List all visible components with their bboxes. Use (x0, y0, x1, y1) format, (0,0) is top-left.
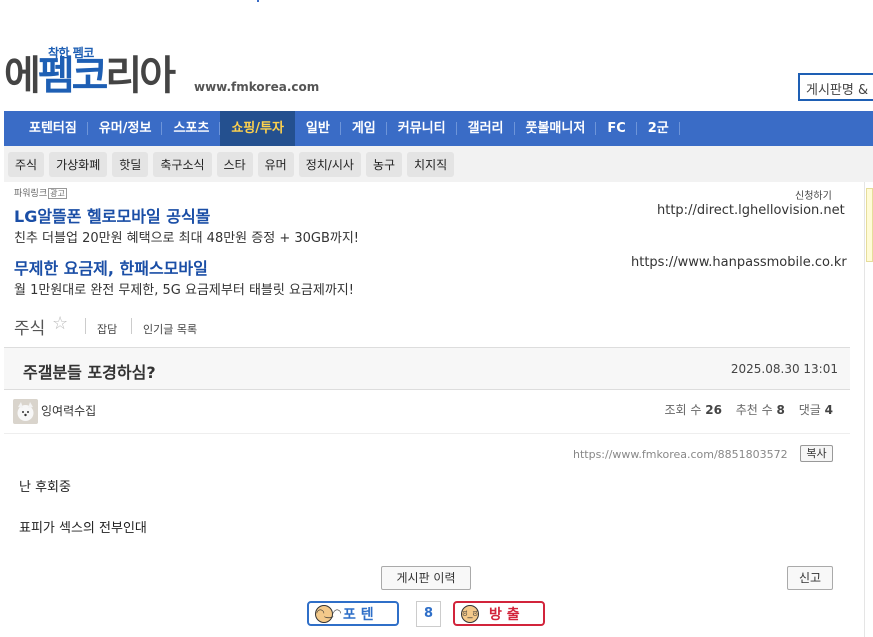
nav-item-7[interactable]: 갤러리 (457, 111, 515, 146)
post-stats: 조회 수 26 추천 수 8 댓글 4 (664, 401, 833, 418)
recommend-label: 추천 수 (735, 403, 773, 417)
sub-nav-item-2[interactable]: 핫딜 (112, 151, 149, 177)
recommend-count: 8 (776, 403, 785, 417)
logo-part-3: 리아 (105, 53, 176, 99)
comments-count: 4 (824, 403, 833, 417)
views-label: 조회 수 (664, 403, 702, 417)
vote-up-button[interactable]: ◠‿◠ 포 텐 (307, 601, 399, 626)
sub-nav-item-1[interactable]: 가상화폐 (49, 151, 108, 177)
sub-nav-item-5[interactable]: 유머 (257, 151, 294, 177)
smile-face-icon: ◠‿◠ (315, 604, 342, 623)
ad-label-text: 파워링크 (14, 189, 48, 199)
nav-item-5[interactable]: 게임 (341, 111, 387, 146)
vote-down-label: 방 출 (489, 606, 520, 623)
ad-url-2[interactable]: https://www.hanpassmobile.co.kr (631, 255, 847, 270)
nav-item-6[interactable]: 커뮤니티 (387, 111, 457, 146)
divider (131, 318, 132, 334)
dog-avatar-icon (13, 399, 38, 424)
post-body-line-1: 난 후회중 (19, 480, 71, 495)
ad-title-2[interactable]: 무제한 요금제, 한패스모바일 (14, 255, 208, 279)
vote-down-button[interactable]: ಠ_ಠ 방 출 (453, 601, 545, 626)
right-sidebar-banner[interactable] (866, 188, 873, 262)
sub-nav-item-7[interactable]: 농구 (365, 151, 403, 177)
ad-tag: 광고 (48, 188, 67, 199)
sub-nav-item-0[interactable]: 주식 (8, 151, 45, 177)
ad-apply-link[interactable]: 신청하기 (795, 187, 832, 202)
board-link-chat[interactable]: 잡담 (97, 321, 117, 337)
divider (85, 318, 86, 334)
vote-count: 8 (416, 601, 441, 627)
post-permalink[interactable]: https://www.fmkorea.com/8851803572 (573, 448, 788, 461)
ad-title-1[interactable]: LG알뜰폰 헬로모바일 공식몰 (14, 203, 210, 227)
angry-face-icon: ಠ_ಠ (461, 604, 479, 623)
logo-part-2: 펨코 (37, 53, 109, 99)
favorite-star-icon[interactable]: ☆ (52, 313, 68, 334)
divider (4, 433, 850, 434)
sub-nav-item-4[interactable]: 스타 (216, 151, 253, 177)
post-body-line-2: 표피가 섹스의 전부인대 (19, 521, 147, 536)
views-count: 26 (705, 403, 722, 417)
sub-nav-item-8[interactable]: 치지직 (407, 151, 455, 177)
sub-nav-item-3[interactable]: 축구소식 (153, 151, 212, 177)
nav-item-0[interactable]: 포텐터짐 (18, 111, 88, 146)
board-history-button[interactable]: 게시판 이력 (381, 566, 471, 590)
nav-item-9[interactable]: FC (596, 111, 638, 146)
avatar[interactable] (13, 399, 38, 424)
nav-item-4[interactable]: 일반 (295, 111, 341, 146)
comments-label: 댓글 (798, 403, 821, 417)
nav-item-10[interactable]: 2군 (637, 111, 680, 146)
ad-url-1[interactable]: http://direct.lghellovision.net (657, 203, 845, 218)
ad-desc-1[interactable]: 친추 더블업 20만원 혜택으로 최대 48만원 증정 + 30GB까지! (14, 227, 359, 246)
nav-item-8[interactable]: 풋볼매니저 (515, 111, 597, 146)
sub-nav: 주식 가상화폐 핫딜 축구소식 스타 유머 정치/시사 농구 치지직 (4, 146, 873, 182)
board-name[interactable]: 주식 (14, 314, 45, 339)
top-marker (257, 0, 259, 2)
logo-part-1: 에 (4, 53, 41, 99)
logo-wordmark: 에펨코리아 (4, 53, 176, 99)
nav-item-1[interactable]: 유머/정보 (88, 111, 163, 146)
site-logo[interactable]: 착한 펨코 에펨코리아 (4, 44, 194, 100)
main-nav: 포텐터짐 유머/정보 스포츠 쇼핑/투자 일반 게임 커뮤니티 갤러리 풋볼매니저 FC 2군 (4, 111, 873, 146)
search-input[interactable]: 게시판명 & (798, 73, 873, 101)
author-name[interactable]: 잉여력수집 (41, 402, 96, 419)
nav-item-2[interactable]: 스포츠 (162, 111, 221, 146)
sub-nav-item-6[interactable]: 정치/시사 (298, 151, 361, 177)
vote-up-label: 포 텐 (343, 606, 374, 623)
ad-label: 파워링크 광고 (14, 186, 67, 199)
ad-desc-2[interactable]: 월 1만원대로 완전 무제한, 5G 요금제부터 태블릿 요금제까지! (14, 279, 354, 298)
post-title: 주갤분들 포경하심? (23, 363, 156, 382)
logo-domain: www.fmkorea.com (194, 80, 320, 94)
copy-button[interactable]: 복사 (800, 445, 833, 462)
post-date: 2025.08.30 13:01 (730, 362, 838, 376)
nav-item-3[interactable]: 쇼핑/투자 (220, 111, 295, 146)
post-header: 주갤분들 포경하심? 2025.08.30 13:01 (4, 347, 850, 390)
board-link-popular[interactable]: 인기글 목록 (143, 321, 197, 337)
report-button[interactable]: 신고 (787, 566, 833, 590)
